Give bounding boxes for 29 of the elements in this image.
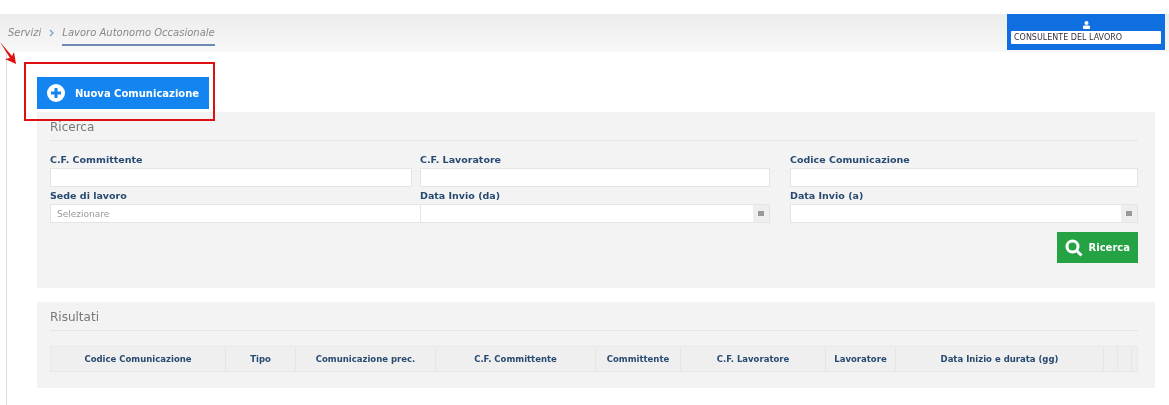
column-header[interactable]: Data Inizio e durata (gg): [896, 347, 1104, 371]
input-field[interactable]: [790, 168, 1138, 187]
column-header[interactable]: C.F. Committente: [436, 347, 596, 371]
panel-title: Risultati: [50, 310, 1138, 331]
calendar-icon[interactable]: [753, 205, 769, 222]
field-label: Sede di lavoro: [50, 190, 128, 201]
chevron-icon: [49, 29, 55, 37]
column-header[interactable]: C.F. Lavoratore: [681, 347, 826, 371]
field-label: C.F. Committente: [50, 154, 144, 165]
field-label: Data Invio (da): [420, 190, 502, 201]
field-label: Codice Comunicazione: [790, 154, 911, 165]
field-label: C.F. Lavoratore: [420, 154, 503, 165]
column-header[interactable]: Committente: [596, 347, 681, 371]
panel-title: Ricerca: [50, 120, 1138, 141]
input-field[interactable]: [420, 168, 770, 187]
column-header[interactable]: Codice Comunicazione: [51, 347, 226, 371]
field-label: Data Invio (a): [790, 190, 865, 201]
date-field[interactable]: [420, 204, 770, 223]
user-icon: [1082, 20, 1090, 29]
column-header[interactable]: Comunicazione prec.: [296, 347, 436, 371]
plus-circle-icon: [47, 84, 65, 102]
annotation-arrow: [0, 42, 18, 66]
new-communication-button[interactable]: Nuova Comunicazione: [37, 77, 210, 109]
column-header[interactable]: Tipo: [226, 347, 296, 371]
date-field[interactable]: [790, 204, 1138, 223]
calendar-icon[interactable]: [1121, 205, 1137, 222]
column-header[interactable]: Lavoratore: [826, 347, 896, 371]
search-icon: [1064, 238, 1083, 257]
input-field[interactable]: [50, 168, 412, 187]
